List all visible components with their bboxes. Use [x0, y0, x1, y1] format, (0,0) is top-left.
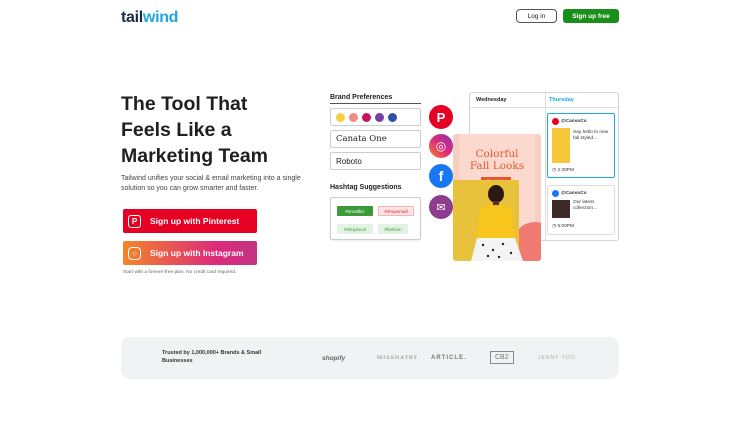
card-time: ◷ 2:30PM — [552, 168, 575, 173]
cta-note: Start with a forever-free plan. No credi… — [123, 270, 237, 275]
facebook-icon: f — [429, 164, 453, 188]
signup-free-button[interactable]: Sign up free — [563, 9, 619, 23]
tailwind-logo[interactable]: tailwind — [121, 9, 178, 27]
hashtag-chip: #shopsmall — [378, 206, 414, 216]
font-primary: Canata One — [330, 130, 421, 148]
hashtag-suggestions-title: Hashtag Suggestions — [330, 184, 402, 191]
brand-preferences-title: Brand Preferences — [330, 94, 393, 101]
swatch-magenta — [362, 112, 371, 122]
scheduled-post-card[interactable]: @CansoCo Our latest collection... ◷ 5:00… — [547, 185, 615, 235]
login-button[interactable]: Log in — [516, 9, 557, 23]
card-handle: @CansoCo — [561, 119, 587, 124]
facebook-icon — [552, 190, 559, 197]
post-photo — [453, 160, 541, 261]
post-thumbnail — [552, 200, 570, 218]
trusted-by-banner: Trusted by 1,000,000+ Brands & Small Bus… — [121, 337, 619, 379]
hero-title: The Tool That Feels Like a Marketing Tea… — [121, 93, 269, 167]
brand-logo-cb2: CB2 — [490, 351, 514, 364]
card-header: @CansoCo — [552, 118, 587, 125]
brand-logo-shopify: shopify — [322, 355, 346, 362]
hashtag-box: #smallbiz #shopsmall #shoplocal #fashion — [330, 197, 421, 240]
hashtag-chip: #smallbiz — [337, 206, 373, 216]
hero-subtitle: Tailwind unifies your social & email mar… — [121, 175, 301, 192]
signup-pinterest-label: Sign up with Pinterest — [150, 216, 240, 226]
color-swatches — [330, 108, 421, 126]
divider — [545, 93, 546, 240]
swatch-pink — [349, 112, 358, 122]
swatch-purple — [375, 112, 384, 122]
swatch-yellow — [336, 112, 345, 122]
day-wednesday: Wednesday — [476, 97, 507, 103]
brand-logo-article: ARTICLE. — [431, 355, 467, 361]
card-header: @CansoCo — [552, 190, 587, 197]
scheduled-post-card[interactable]: @CansoCo Say hello to new fall styled...… — [547, 113, 615, 178]
brand-logo-missnatry: MISSNATRY — [377, 355, 418, 361]
post-thumbnail — [552, 128, 570, 163]
brand-logo-jennyyoo: JENNY YOO — [538, 355, 576, 361]
day-thursday: Thursday — [549, 97, 574, 103]
card-handle: @CansoCo — [561, 191, 587, 196]
email-icon: ✉ — [429, 195, 453, 219]
instagram-icon: ◎ — [429, 134, 453, 158]
divider — [330, 103, 421, 104]
pinterest-icon — [552, 118, 559, 125]
hashtag-chip: #fashion — [378, 224, 408, 234]
instagram-icon: ○ — [128, 246, 141, 260]
signup-instagram-button[interactable]: ○ Sign up with Instagram — [123, 241, 257, 265]
hashtag-chip: #shoplocal — [337, 224, 373, 234]
trusted-by-text: Trusted by 1,000,000+ Brands & Small Bus… — [162, 350, 262, 364]
post-preview: Colorful Fall Looks Shop Now — [453, 134, 541, 261]
card-text: Our latest collection... — [573, 200, 597, 211]
page: tailwind Log in Sign up free The Tool Th… — [0, 0, 743, 423]
signup-instagram-label: Sign up with Instagram — [150, 248, 244, 258]
swatch-blue — [388, 112, 397, 122]
pinterest-icon: P — [128, 214, 141, 228]
font-secondary: Roboto — [330, 152, 421, 170]
signup-pinterest-button[interactable]: P Sign up with Pinterest — [123, 209, 257, 233]
card-text: Say hello to new fall styled... — [573, 130, 609, 141]
pinterest-icon: P — [429, 105, 453, 129]
card-time: ◷ 5:00PM — [552, 224, 575, 229]
divider — [470, 107, 618, 108]
